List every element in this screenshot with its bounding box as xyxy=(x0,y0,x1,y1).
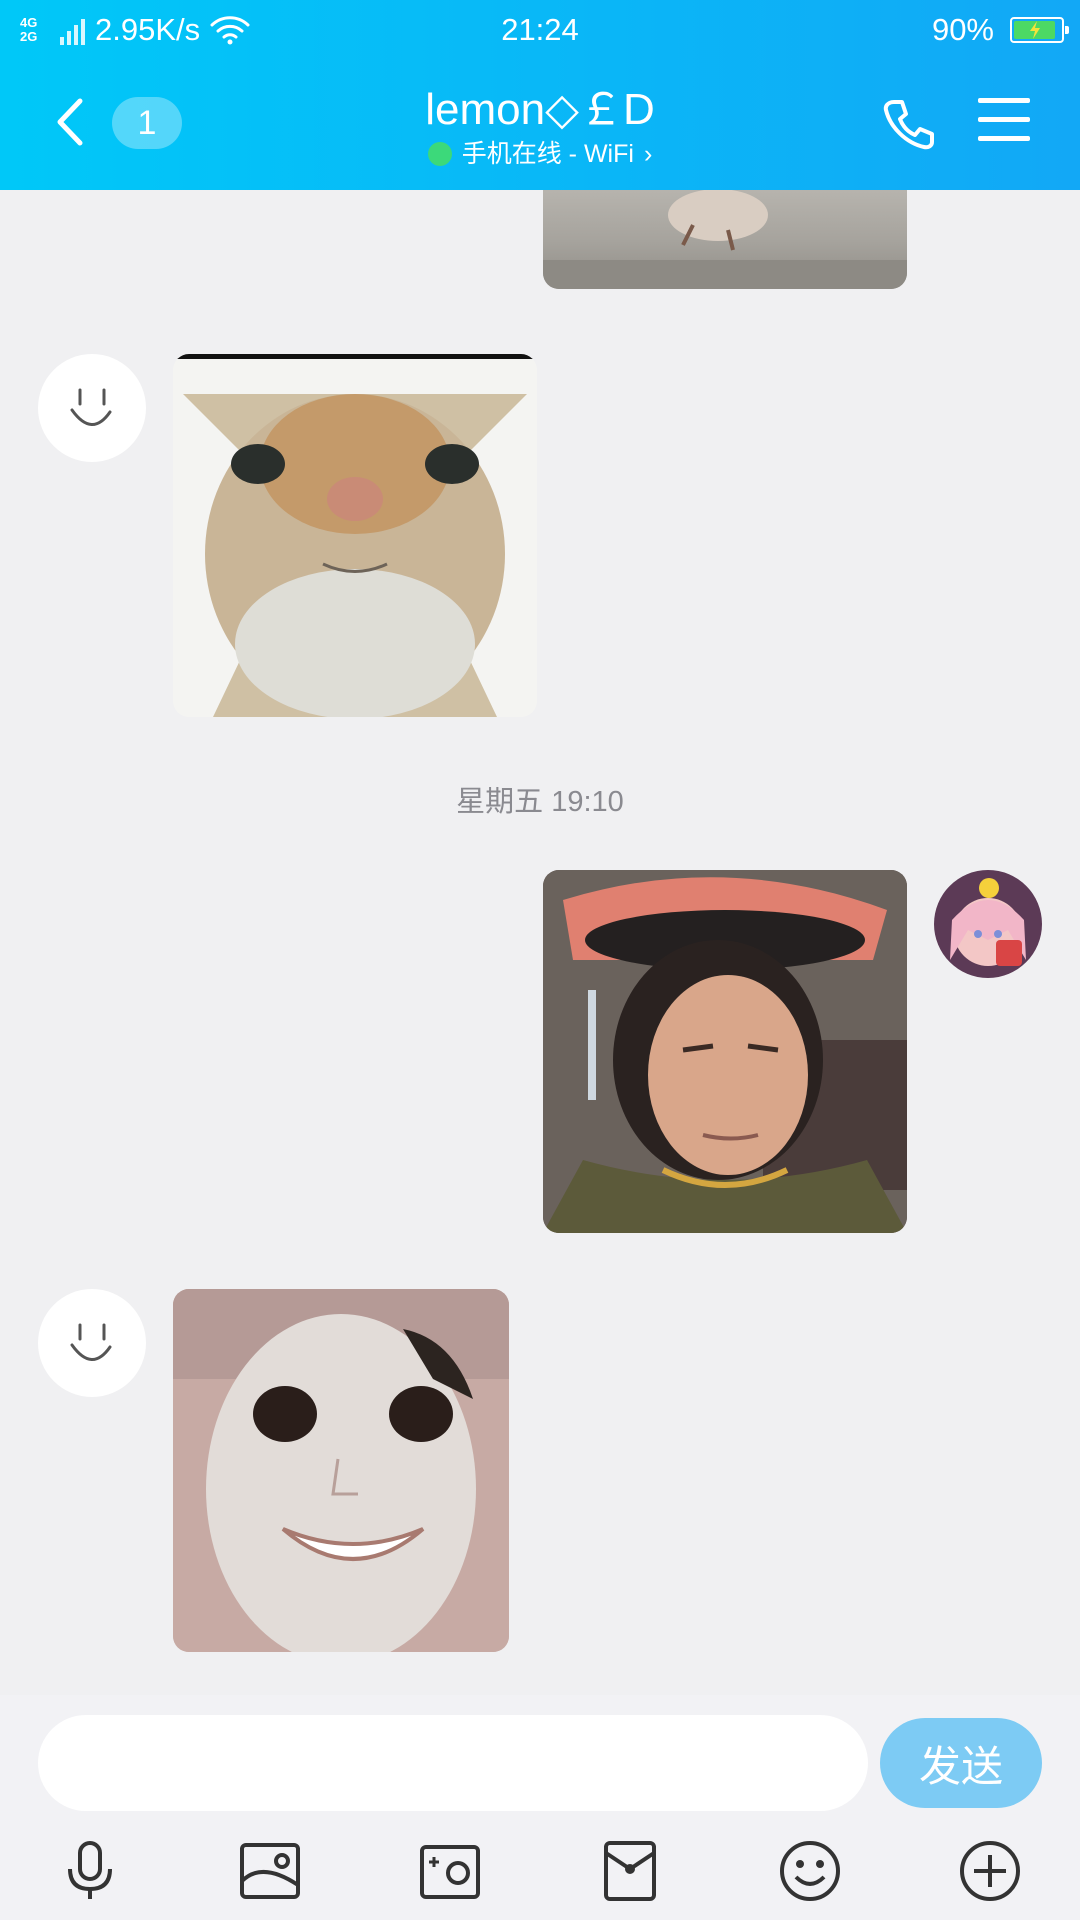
red-packet-icon xyxy=(604,1841,656,1901)
emoji-button[interactable] xyxy=(774,1835,846,1907)
message-input[interactable] xyxy=(38,1715,868,1811)
header: 4G 2G 2.95K/s 21:24 90% 1 lemon◇￡D 手机在线 … xyxy=(0,0,1080,190)
chat-area[interactable]: 星期五 19:10 xyxy=(0,190,1080,1695)
camera-icon xyxy=(420,1845,480,1899)
more-button[interactable] xyxy=(954,1835,1026,1907)
pigeon-image xyxy=(543,190,907,289)
contact-avatar[interactable] xyxy=(38,354,146,462)
received-image-message[interactable] xyxy=(173,1289,509,1652)
contact-avatar[interactable] xyxy=(38,1289,146,1397)
plus-icon xyxy=(960,1841,1020,1901)
message-timestamp: 星期五 19:10 xyxy=(456,786,624,818)
battery-level xyxy=(1014,21,1056,39)
voice-call-button[interactable] xyxy=(880,96,936,152)
red-packet-button[interactable] xyxy=(594,1835,666,1907)
sent-image-message[interactable] xyxy=(543,870,907,1233)
microphone-icon xyxy=(68,1841,112,1899)
menu-button[interactable] xyxy=(978,98,1030,142)
menu-icon xyxy=(978,98,1030,103)
album-button[interactable] xyxy=(234,1835,306,1907)
charging-bolt-icon xyxy=(1029,21,1040,39)
anime-avatar-image xyxy=(934,870,1042,978)
battery-percentage: 90% xyxy=(931,12,994,47)
woman-image xyxy=(543,870,907,1233)
smile-avatar-icon xyxy=(70,1323,112,1361)
cat-image xyxy=(173,354,537,717)
smiling-cat-image xyxy=(173,1289,509,1652)
status-time: 21:24 xyxy=(501,12,579,47)
online-status-text: 手机在线 - WiFi xyxy=(461,140,634,168)
my-avatar[interactable] xyxy=(934,870,1042,978)
chevron-right-icon: › xyxy=(643,140,653,168)
input-toolbar xyxy=(0,1835,1080,1915)
battery-icon xyxy=(1010,17,1069,43)
sent-image-message[interactable] xyxy=(543,190,907,289)
camera-button[interactable] xyxy=(414,1835,486,1907)
online-status-icon xyxy=(427,142,452,166)
status-bar-right: 90% xyxy=(931,8,1069,52)
emoji-icon xyxy=(780,1841,840,1901)
image-icon xyxy=(240,1843,300,1899)
smile-avatar-icon xyxy=(70,388,112,426)
received-image-message[interactable] xyxy=(173,354,537,717)
input-area: 发送 xyxy=(0,1695,1080,1920)
voice-input-button[interactable] xyxy=(54,1835,126,1907)
phone-icon xyxy=(883,100,934,150)
send-button[interactable]: 发送 xyxy=(880,1718,1042,1808)
